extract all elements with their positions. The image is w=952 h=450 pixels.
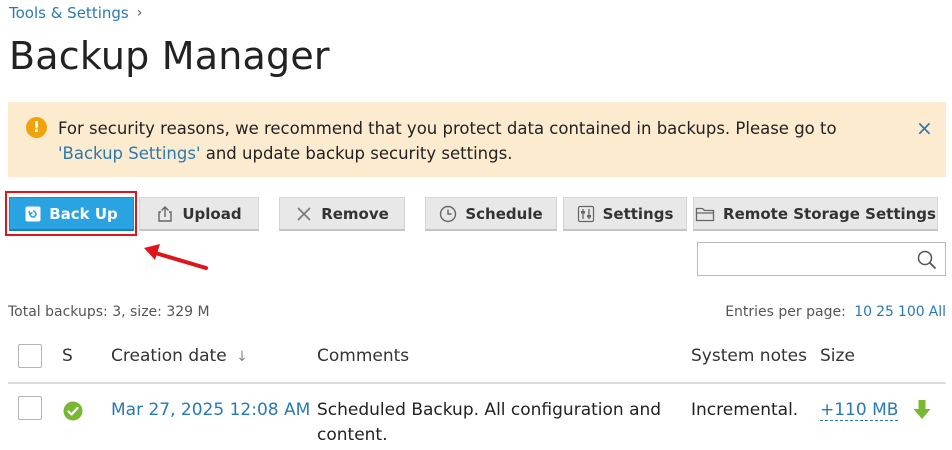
page-size-25[interactable]: 25 [876,304,894,320]
sliders-icon [577,205,594,222]
search-input[interactable] [698,243,924,273]
clock-icon [440,205,457,222]
upload-label: Upload [182,204,242,223]
size-value: +110 MB [820,400,899,421]
remote-storage-settings-button[interactable]: Remote Storage Settings [693,197,938,231]
remove-icon [297,206,311,221]
folder-icon [695,207,715,221]
comments-cell: Scheduled Backup. All configuration and … [317,400,662,445]
schedule-label: Schedule [465,204,543,223]
chevron-right-icon: › [136,5,143,21]
close-icon[interactable]: × [916,118,933,138]
settings-button[interactable]: Settings [563,197,687,231]
header-divider [8,382,946,384]
page-title: Backup Manager [9,34,330,78]
breadcrumb: Tools & Settings › [9,4,142,22]
page-size-100[interactable]: 100 [898,304,925,320]
entries-per-page: Entries per page: 10 25 100 All [725,304,946,320]
page-size-10[interactable]: 10 [854,304,872,320]
security-alert: ! For security reasons, we recommend tha… [8,102,946,177]
size-link[interactable]: +110 MB [820,398,899,423]
column-header-system-notes[interactable]: System notes [691,346,807,366]
upload-icon [158,205,173,222]
backup-settings-link[interactable]: 'Backup Settings' [58,144,200,163]
totals-summary: Total backups: 3, size: 329 M [8,304,210,320]
success-status-icon [63,401,83,421]
settings-label: Settings [602,204,674,223]
search-field [697,242,946,276]
column-header-status[interactable]: S [62,346,73,366]
column-header-comments[interactable]: Comments [317,346,409,366]
upload-button[interactable]: Upload [139,197,259,231]
search-icon[interactable] [917,250,937,270]
creation-date-link[interactable]: Mar 27, 2025 12:08 AM [111,398,310,423]
alert-text-before: For security reasons, we recommend that … [58,119,837,138]
column-header-size[interactable]: Size [820,346,855,366]
alert-message: For security reasons, we recommend that … [58,116,898,166]
creation-date-header-label: Creation date [111,346,227,366]
remove-label: Remove [321,204,389,223]
page-size-all[interactable]: All [929,304,946,320]
warning-icon: ! [26,117,47,138]
system-notes-cell: Incremental. [691,400,799,420]
row-checkbox[interactable] [18,396,42,420]
select-all-checkbox[interactable] [18,344,42,368]
highlight-annotation [5,191,137,236]
annotation-arrow-icon [144,244,208,270]
alert-text-after: and update backup security settings. [200,144,513,163]
breadcrumb-tools-settings-link[interactable]: Tools & Settings [9,4,129,22]
remote-storage-label: Remote Storage Settings [723,204,936,223]
entries-per-page-label: Entries per page: [725,304,846,320]
column-header-creation-date[interactable]: Creation date ↓ [111,346,248,366]
sort-down-icon: ↓ [236,349,248,365]
remove-button[interactable]: Remove [279,197,405,231]
download-icon[interactable] [912,399,932,421]
schedule-button[interactable]: Schedule [425,197,557,231]
